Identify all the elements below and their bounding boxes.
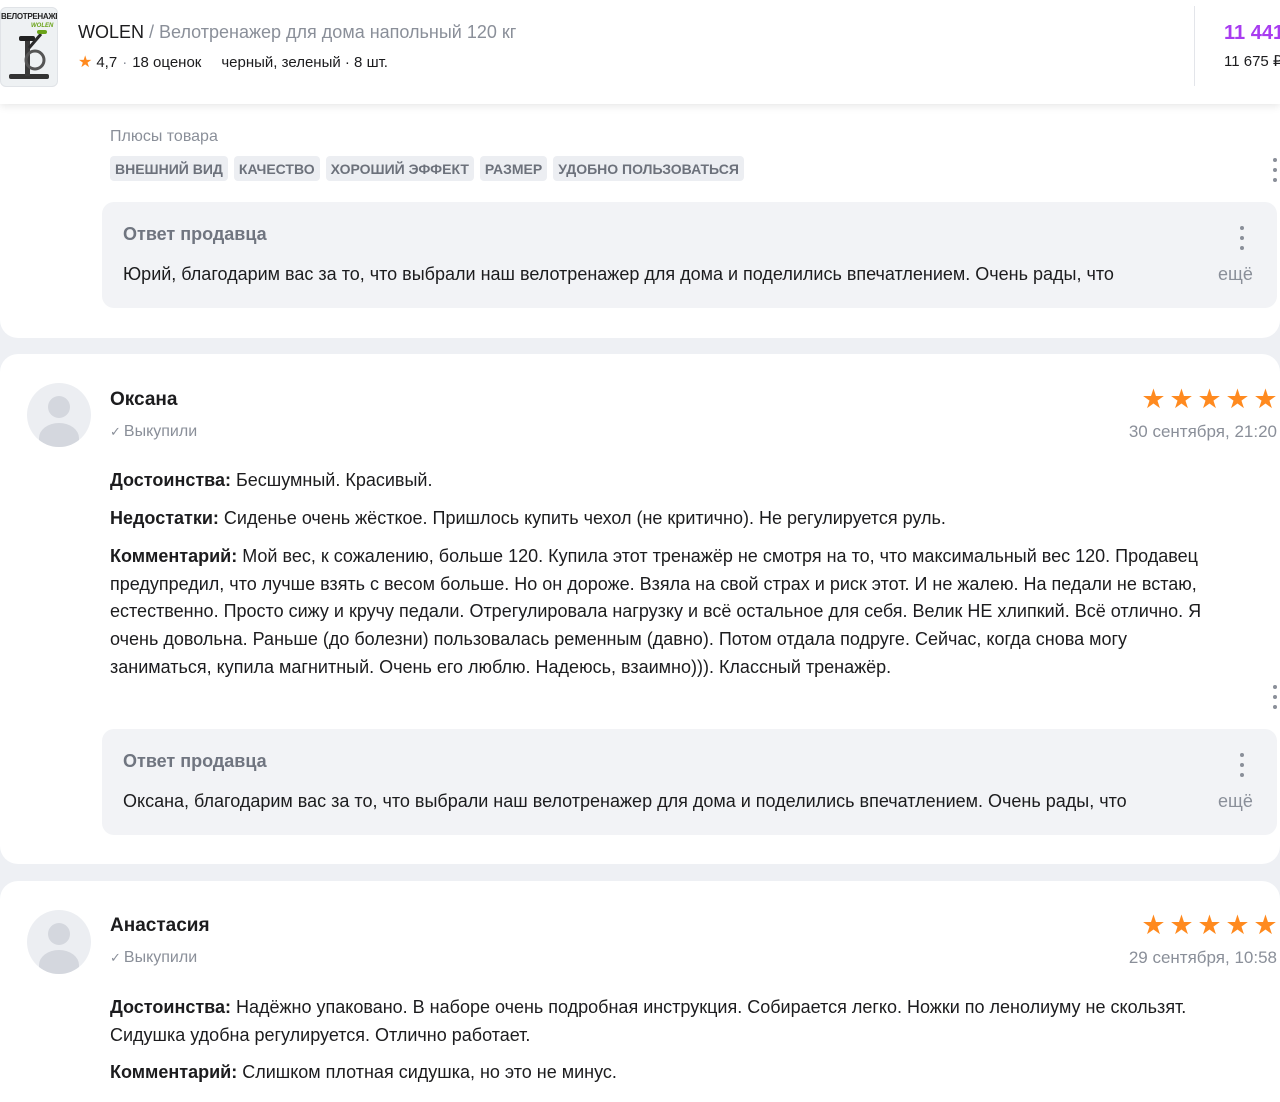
- exercise-bike-icon: [9, 30, 49, 79]
- bought-badge: ✓ Выкупили: [110, 423, 197, 441]
- review-more-icon[interactable]: [1265, 156, 1280, 184]
- header-divider: [1194, 6, 1195, 86]
- product-header: ВЕЛОТРЕНАЖЕР WOLEN WOLEN / Велотренажер …: [0, 0, 1280, 104]
- pros-tag: КАЧЕСТВО: [233, 156, 320, 181]
- review-pros: Достоинства: Надёжно упаковано. В наборе…: [110, 994, 1220, 1049]
- pros-label: Достоинства:: [110, 470, 231, 490]
- seller-reply: Ответ продавца Оксана, благодарим вас за…: [102, 729, 1277, 835]
- star-icon: ★: [1253, 910, 1278, 940]
- reviews-count[interactable]: 18 оценок: [132, 54, 201, 71]
- pros-label: Плюсы товара: [110, 128, 218, 145]
- bought-badge: ✓ Выкупили: [110, 949, 197, 967]
- reply-fade: [1172, 260, 1212, 290]
- pros-label: Достоинства:: [110, 997, 231, 1017]
- comment-text: Слишком плотная сидушка, но это не минус…: [237, 1062, 617, 1082]
- cons-text: Сиденье очень жёсткое. Пришлось купить ч…: [218, 508, 946, 528]
- review-cons: Недостатки: Сиденье очень жёсткое. Пришл…: [110, 505, 1220, 533]
- star-icon: ★: [1225, 910, 1250, 940]
- review-comment: Комментарий: Слишком плотная сидушка, но…: [110, 1059, 1220, 1087]
- seller-reply-title: Ответ продавца: [123, 224, 267, 244]
- product-price: 11 441: [1224, 22, 1280, 44]
- product-price-old: 11 675 ₽: [1224, 53, 1280, 70]
- comment-label: Комментарий:: [110, 546, 238, 566]
- rating-stars: ★ ★ ★ ★ ★: [1140, 912, 1279, 939]
- product-meta: ★ 4,7 · 18 оценок черный, зеленый · 8 шт…: [78, 52, 388, 72]
- product-brand[interactable]: WOLEN: [78, 22, 144, 42]
- cons-label: Недостатки:: [110, 508, 219, 528]
- reply-more-icon[interactable]: [1232, 224, 1252, 252]
- pros-text: Надёжно упаковано. В наборе очень подроб…: [110, 997, 1187, 1045]
- pros-tags: ВНЕШНИЙ ВИД КАЧЕСТВО ХОРОШИЙ ЭФФЕКТ РАЗМ…: [110, 156, 744, 181]
- pros-tag: ВНЕШНИЙ ВИД: [110, 156, 228, 181]
- pros-tag: РАЗМЕР: [479, 156, 548, 181]
- pros-tag: УДОБНО ПОЛЬЗОВАТЬСЯ: [553, 156, 744, 181]
- pros-tag: ХОРОШИЙ ЭФФЕКТ: [325, 156, 474, 181]
- star-icon: ★: [1141, 910, 1166, 940]
- reply-more-icon[interactable]: [1232, 751, 1252, 779]
- product-name[interactable]: Велотренажер для дома напольный 120 кг: [159, 22, 516, 42]
- product-variant: черный, зеленый · 8 шт.: [221, 53, 388, 71]
- meta-dot: ·: [122, 53, 128, 71]
- reply-fade: [1172, 787, 1212, 817]
- star-icon: ★: [1197, 910, 1222, 940]
- reply-more-link[interactable]: ещё: [1218, 791, 1253, 812]
- comment-label: Комментарий:: [110, 1062, 238, 1082]
- review-date: 30 сентября, 21:20: [1128, 422, 1277, 441]
- review-author: Анастасия: [110, 915, 210, 936]
- rating-stars: ★ ★ ★ ★ ★: [1140, 386, 1279, 413]
- star-icon: ★: [1225, 384, 1250, 414]
- pros-text: Бесшумный. Красивый.: [230, 470, 433, 490]
- avatar: [27, 383, 91, 447]
- avatar: [27, 910, 91, 974]
- review-comment: Комментарий: Мой вес, к сожалению, больш…: [110, 543, 1220, 682]
- seller-reply-text: Оксана, благодарим вас за то, что выбрал…: [123, 791, 1127, 811]
- seller-reply: Ответ продавца Юрий, благодарим вас за т…: [102, 202, 1277, 308]
- bought-label: Выкупили: [123, 949, 198, 966]
- check-icon: ✓: [110, 950, 121, 965]
- seller-reply-title: Ответ продавца: [123, 751, 267, 771]
- product-rating: 4,7: [96, 53, 118, 71]
- check-icon: ✓: [110, 424, 121, 439]
- review-author: Оксана: [110, 389, 178, 410]
- review-date: 29 сентября, 10:58: [1128, 948, 1277, 967]
- bought-label: Выкупили: [123, 423, 198, 440]
- star-icon: ★: [1253, 384, 1278, 414]
- product-thumbnail[interactable]: ВЕЛОТРЕНАЖЕР WOLEN: [0, 7, 58, 87]
- reply-more-link[interactable]: ещё: [1218, 264, 1253, 285]
- seller-reply-text: Юрий, благодарим вас за то, что выбрали …: [123, 264, 1114, 284]
- review-more-icon[interactable]: [1265, 683, 1280, 711]
- star-icon: ★: [1169, 384, 1194, 414]
- product-title[interactable]: WOLEN / Велотренажер для дома напольный …: [78, 22, 516, 43]
- star-icon: ★: [1141, 384, 1166, 414]
- review-pros: Достоинства: Бесшумный. Красивый.: [110, 467, 1220, 495]
- star-icon: ★: [1197, 384, 1222, 414]
- star-icon: ★: [1169, 910, 1194, 940]
- comment-text: Мой вес, к сожалению, больше 120. Купила…: [110, 546, 1202, 677]
- star-icon: ★: [78, 54, 93, 71]
- title-separator: /: [144, 22, 160, 42]
